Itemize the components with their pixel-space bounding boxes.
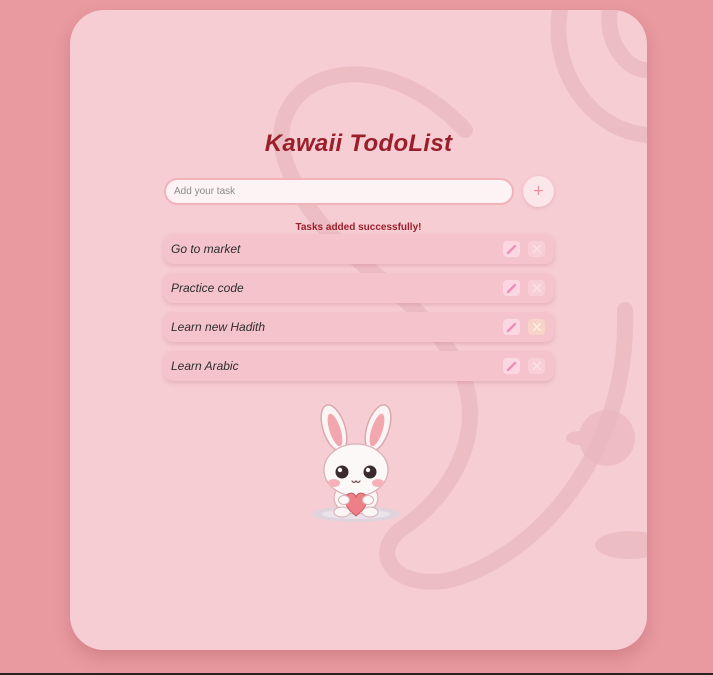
add-task-button[interactable]: + [523,176,554,207]
delete-task-button[interactable] [528,358,545,374]
task-text: Practice code [171,281,244,295]
close-icon [532,244,541,254]
status-message: Tasks added successfully! [295,222,422,233]
delete-task-button[interactable] [528,319,545,335]
task-input-wrapper [164,178,514,205]
pencil-icon [506,283,517,293]
edit-task-button[interactable] [503,280,520,296]
task-item: Go to market [164,234,554,264]
close-icon [532,283,541,293]
close-icon [532,361,541,371]
task-item: Learn Arabic [164,351,554,381]
delete-task-button[interactable] [528,241,545,257]
edit-task-button[interactable] [503,241,520,257]
pencil-icon [506,361,517,371]
bunny-heart-icon [312,404,400,522]
edit-task-button[interactable] [503,319,520,335]
todo-card: Kawaii TodoList + Tasks added successful… [70,10,647,650]
plus-icon: + [532,183,545,199]
app-title: Kawaii TodoList [264,130,453,157]
pencil-icon [506,244,517,254]
task-text: Go to market [171,242,241,256]
task-item: Learn new Hadith [164,312,554,342]
task-text: Learn Arabic [171,359,239,373]
task-item: Practice code [164,273,554,303]
delete-task-button[interactable] [528,280,545,296]
pencil-icon [506,322,517,332]
task-input[interactable] [166,180,512,203]
close-icon [532,322,541,332]
edit-task-button[interactable] [503,358,520,374]
task-text: Learn new Hadith [171,320,266,334]
